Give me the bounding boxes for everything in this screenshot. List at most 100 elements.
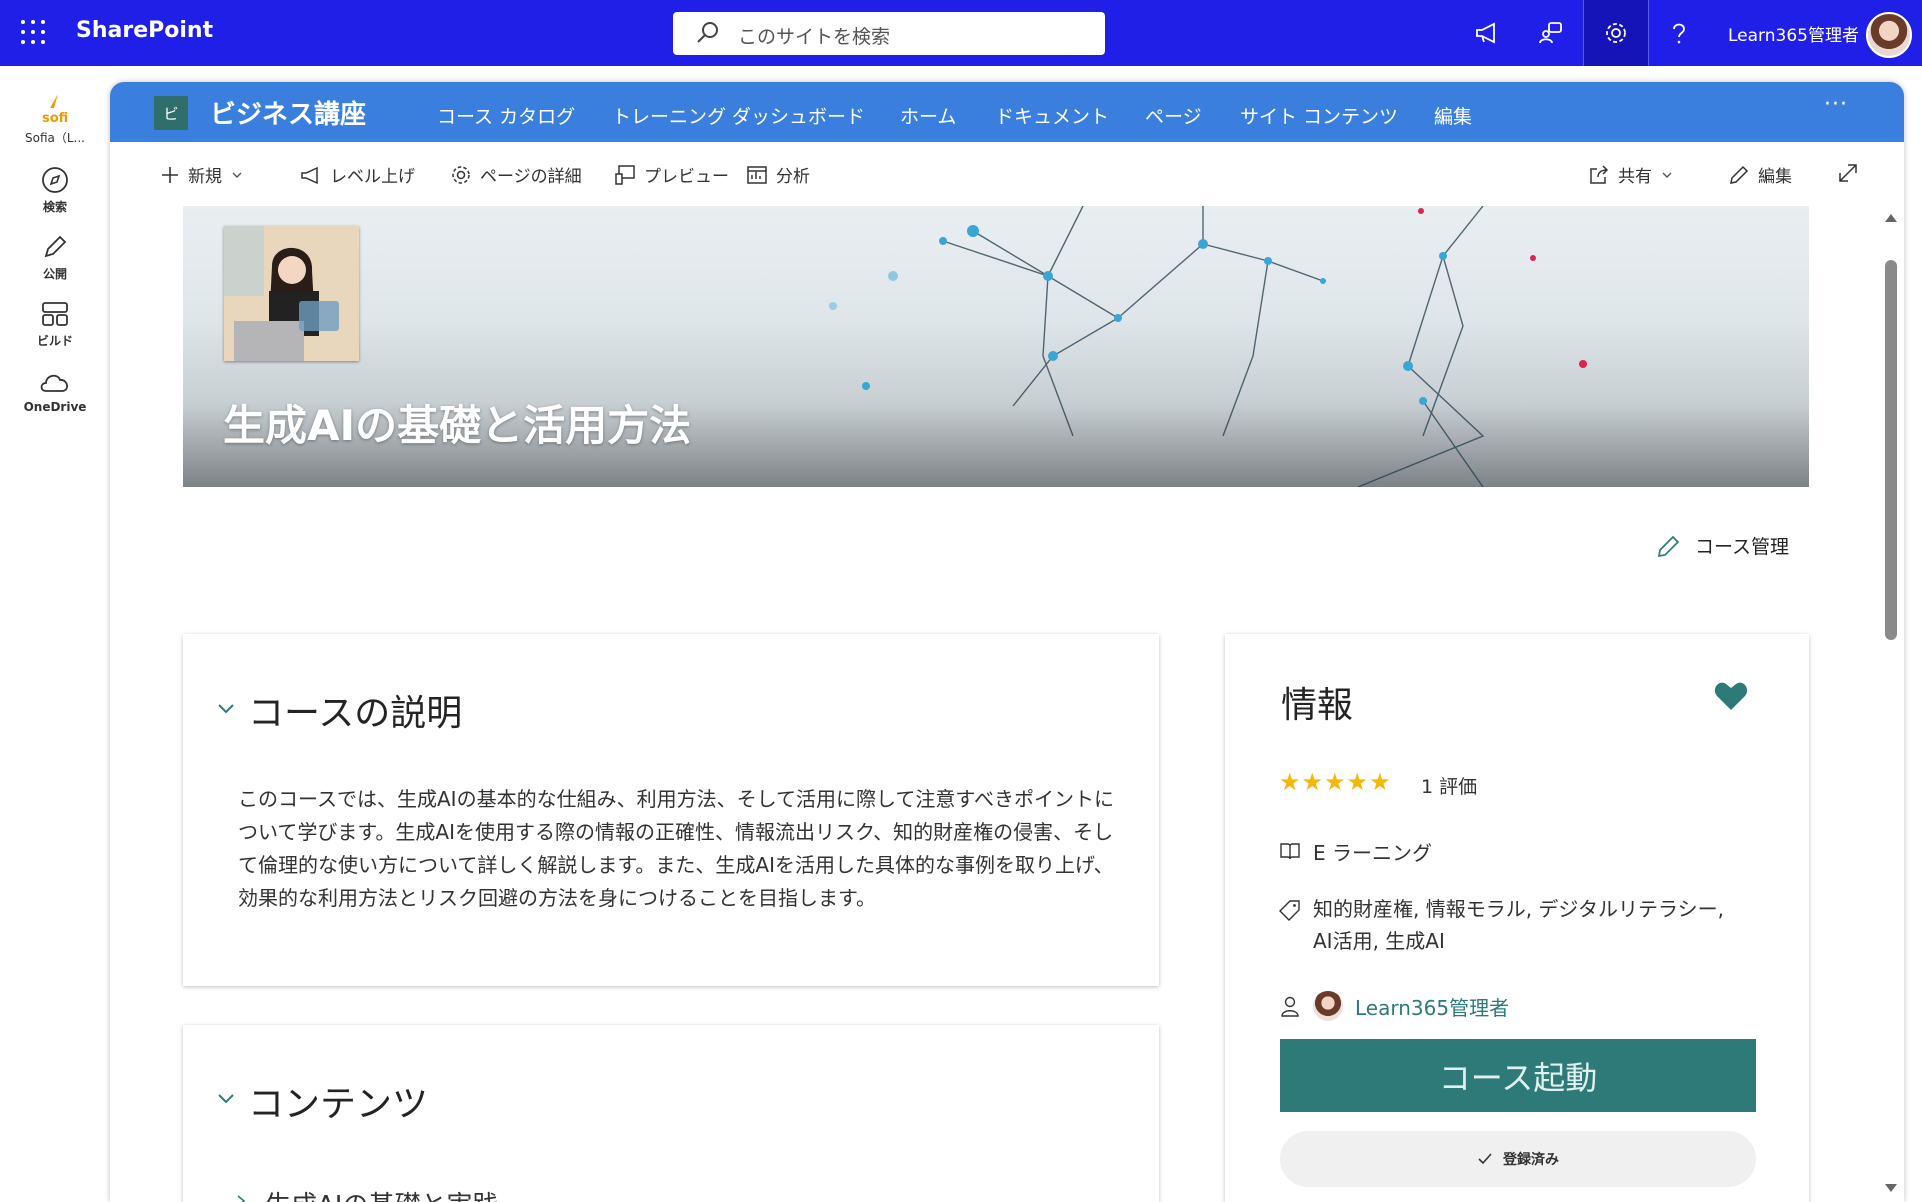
rail-item-onedrive[interactable]: OneDrive: [0, 367, 110, 414]
enrolled-label: 登録済み: [1503, 1152, 1559, 1168]
site-header: ビ ビジネス講座 コース カタログ トレーニング ダッシュボード ホーム ドキュ…: [110, 82, 1904, 142]
rating-stars: ★★★★★: [1279, 768, 1392, 796]
heart-icon[interactable]: [1713, 680, 1749, 712]
site-canvas: ビ ビジネス講座 コース カタログ トレーニング ダッシュボード ホーム ドキュ…: [110, 82, 1904, 1202]
nav-edit[interactable]: 編集: [1434, 102, 1472, 129]
site-logo[interactable]: ビ: [154, 96, 188, 130]
rail-label: 公開: [42, 267, 67, 281]
rating-count: 1 評価: [1421, 776, 1478, 798]
app-name[interactable]: SharePoint: [76, 18, 213, 43]
tags: 知的財産権, 情報モラル, デジタルリテラシー, AI活用, 生成AI: [1313, 893, 1724, 957]
page-title: 生成AIの基礎と活用方法: [223, 401, 692, 450]
edit-label: 編集: [1758, 167, 1792, 187]
owner-row: Learn365管理者: [1279, 991, 1509, 1021]
site-title[interactable]: ビジネス講座: [210, 94, 366, 131]
share-label: 共有: [1618, 167, 1652, 187]
course-manage-label: コース管理: [1695, 536, 1790, 558]
nav-pages[interactable]: ページ: [1145, 102, 1202, 129]
level-up-label: レベル上げ: [330, 167, 415, 187]
description-body: このコースでは、生成AIの基本的な仕組み、利用方法、そして活用に際して注意すべき…: [238, 787, 1114, 910]
nav-home[interactable]: ホーム: [900, 102, 956, 129]
gear-icon: [1606, 23, 1626, 43]
compass-icon: [42, 167, 68, 193]
nav-site-contents[interactable]: サイト コンテンツ: [1240, 102, 1398, 129]
scrollbar-thumb[interactable]: [1885, 260, 1897, 640]
megaphone-button[interactable]: [1455, 0, 1519, 66]
level-up-button[interactable]: レベル上げ: [300, 162, 415, 187]
cloud-icon: [40, 374, 68, 392]
chevron-down-icon: [232, 172, 242, 178]
settings-button[interactable]: [1583, 0, 1649, 66]
tags-line: AI活用, 生成AI: [1313, 929, 1445, 953]
rail-label: OneDrive: [23, 400, 87, 414]
contents-heading: コンテンツ: [248, 1084, 429, 1125]
tags-line: 知的財産権, 情報モラル, デジタルリテラシー,: [1313, 897, 1724, 921]
scroll-up-icon[interactable]: [1884, 212, 1898, 224]
feedback-icon: [1539, 22, 1562, 44]
preview-label: プレビュー: [644, 167, 729, 187]
rail-item-sofia[interactable]: sofi Sofia（L...: [0, 92, 110, 146]
course-type-row: E ラーニング: [1279, 837, 1432, 866]
preview-button[interactable]: プレビュー: [614, 162, 729, 187]
owner-avatar: [1313, 991, 1343, 1021]
new-label: 新規: [188, 167, 222, 187]
nav-course-catalog[interactable]: コース カタログ: [437, 102, 575, 129]
new-button[interactable]: 新規: [160, 162, 244, 187]
checkmark-icon: [1478, 1153, 1492, 1165]
chevron-down-icon[interactable]: [216, 698, 236, 718]
owner-link[interactable]: Learn365管理者: [1355, 992, 1509, 1021]
build-icon: [42, 302, 68, 326]
user-name[interactable]: Learn365管理者: [1728, 21, 1859, 46]
rail-item-search[interactable]: 検索: [0, 165, 110, 215]
course-thumbnail-image: [224, 226, 359, 361]
rail-label: Sofia（L...: [24, 131, 85, 145]
preview-icon: [615, 164, 635, 185]
enrolled-button[interactable]: 登録済み: [1280, 1131, 1756, 1187]
help-button[interactable]: [1647, 0, 1711, 66]
rail-item-build[interactable]: ビルド: [0, 299, 110, 349]
expand-button[interactable]: [1837, 162, 1859, 184]
chevron-right-icon[interactable]: [233, 1193, 249, 1202]
plus-icon: [162, 166, 178, 183]
tags-row: 知的財産権, 情報モラル, デジタルリテラシー, AI活用, 生成AI: [1279, 893, 1724, 957]
hero-banner: 生成AIの基礎と活用方法: [183, 206, 1809, 487]
app-launcher-icon[interactable]: [20, 19, 46, 45]
megaphone-icon: [1476, 22, 1495, 44]
avatar[interactable]: [1866, 12, 1912, 58]
info-card: 情報 ★★★★★ 1 評価 E ラーニング 知的財産権, 情報モラル, デジタル…: [1225, 634, 1809, 1202]
content-item[interactable]: 生成AIの基礎と実践: [265, 1185, 498, 1202]
sofia-logo-icon: sofi: [42, 94, 68, 126]
question-icon: [1673, 23, 1685, 44]
laptop-person-image: [224, 226, 359, 361]
rail-item-publish[interactable]: 公開: [0, 232, 110, 282]
search-input[interactable]: このサイトを検索: [673, 12, 1105, 55]
suite-bar: SharePoint このサイトを検索 Learn365管理者: [0, 0, 1922, 66]
page-details-button[interactable]: ページの詳細: [450, 162, 582, 187]
description-card: コースの説明 このコースでは、生成AIの基本的な仕組み、利用方法、そして活用に際…: [183, 634, 1159, 986]
launch-course-button[interactable]: コース起動: [1280, 1039, 1756, 1112]
svg-text:sofi: sofi: [42, 111, 68, 126]
nav-training-dashboard[interactable]: トレーニング ダッシュボード: [612, 102, 865, 129]
edit-button[interactable]: 編集: [1728, 162, 1792, 187]
page-details-label: ページの詳細: [480, 167, 582, 187]
pencil-icon: [1657, 535, 1680, 557]
search-icon: [697, 22, 718, 43]
analytics-button[interactable]: 分析: [746, 162, 810, 187]
feedback-button[interactable]: [1519, 0, 1583, 66]
scroll-down-icon[interactable]: [1884, 1182, 1898, 1194]
chevron-down-icon[interactable]: [216, 1088, 236, 1108]
expand-icon: [1839, 164, 1857, 182]
tag-icon: [1279, 900, 1300, 921]
info-heading: 情報: [1281, 685, 1354, 726]
analytics-icon: [747, 165, 767, 184]
command-bar: 新規 レベル上げ ページの詳細 プレビュー 分析 共有 編集: [110, 142, 1904, 206]
share-button[interactable]: 共有: [1588, 162, 1674, 187]
scrollbar[interactable]: [1880, 212, 1902, 1202]
chevron-down-icon: [1662, 172, 1672, 178]
nav-documents[interactable]: ドキュメント: [995, 102, 1109, 129]
gear-icon: [452, 165, 470, 184]
course-manage-link[interactable]: コース管理: [1655, 532, 1789, 559]
search-placeholder: このサイトを検索: [738, 26, 891, 48]
megaphone-icon: [301, 166, 318, 184]
more-icon[interactable]: ···: [1824, 92, 1848, 117]
